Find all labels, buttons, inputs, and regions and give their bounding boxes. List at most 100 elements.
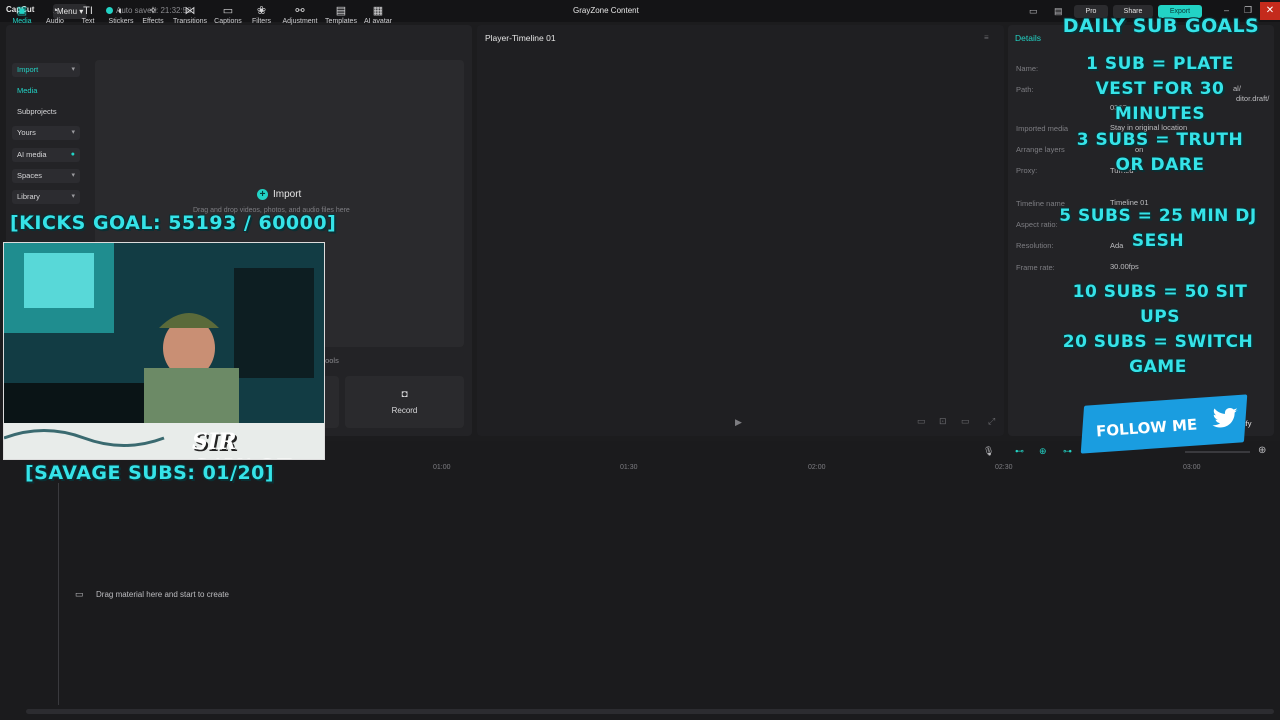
- tool-media[interactable]: ▣ Media: [10, 4, 34, 25]
- film-icon: ▭: [75, 589, 84, 599]
- tool-adjustment[interactable]: ⚯ Adjustment: [280, 4, 320, 25]
- sidebar-item-label: Subprojects: [17, 107, 57, 116]
- fullscreen-icon[interactable]: ⤢: [988, 416, 995, 427]
- zoom-slider[interactable]: [1185, 451, 1250, 453]
- tool-text[interactable]: TI Text: [78, 4, 98, 25]
- tool-audio[interactable]: ◔ Audio: [44, 4, 66, 25]
- tool-label: Filters: [251, 18, 272, 25]
- effects-icon: ✧: [148, 5, 158, 17]
- sidebar-item-spaces[interactable]: Spaces ▾: [12, 169, 80, 183]
- import-button[interactable]: + Import: [257, 189, 301, 200]
- sidebar-item-label: Yours: [17, 128, 36, 137]
- zoom-fit-icon[interactable]: ⊡: [939, 416, 947, 427]
- transitions-icon: ⋈: [184, 5, 196, 17]
- preview-quality-icon[interactable]: ▭: [961, 416, 970, 427]
- tool-filters[interactable]: ❀ Filters: [249, 4, 274, 25]
- chevron-down-icon: ▾: [71, 193, 75, 200]
- webcam-name: SIR SAVAGE: [192, 429, 291, 459]
- sidebar-item-label: Import: [17, 65, 39, 74]
- details-label: Arrange layers: [1016, 145, 1065, 154]
- record-label: Record: [391, 406, 418, 415]
- sidebar-item-library[interactable]: Library ▾: [12, 190, 80, 204]
- webcam-image: [4, 243, 324, 459]
- ruler-tick: 01:30: [620, 464, 638, 471]
- details-label: Name:: [1016, 64, 1039, 73]
- sidebar-item-media[interactable]: Media: [12, 84, 80, 98]
- sidebar-item-ai-media[interactable]: AI media ●: [12, 148, 80, 162]
- details-label: Proxy:: [1016, 166, 1038, 175]
- details-label: Resolution:: [1016, 241, 1054, 250]
- tool-label: Audio: [46, 18, 64, 25]
- tool-label: Adjustment: [282, 18, 318, 25]
- tool-stickers[interactable]: ◐ Stickers: [106, 4, 136, 25]
- ratio-icon[interactable]: ▭: [917, 416, 926, 427]
- player-title: Player-Timeline 01: [485, 33, 556, 43]
- sidebar-item-import[interactable]: Import ▾: [12, 63, 80, 77]
- ruler-tick: 02:00: [808, 464, 826, 471]
- sidebar-item-label: AI media: [17, 150, 47, 159]
- timeline-track[interactable]: [58, 483, 1280, 705]
- timeline-drag-hint: Drag material here and start to create: [96, 590, 229, 599]
- media-icon: ▣: [16, 5, 28, 17]
- import-label: Import: [273, 189, 302, 200]
- sidebar-item-yours[interactable]: Yours ▾: [12, 126, 80, 140]
- zoom-in-icon[interactable]: ⊕: [1258, 445, 1266, 456]
- timeline-scrollbar[interactable]: [26, 709, 1274, 714]
- goal-item: 1 SUB = PLATE VEST FOR 30 MINUTES: [1086, 54, 1234, 124]
- record-button[interactable]: ◘ Record: [345, 376, 464, 428]
- player-panel: [477, 25, 1004, 436]
- sidebar-item-label: Media: [17, 86, 38, 95]
- ruler-tick: 01:00: [433, 464, 451, 471]
- tool-label: Effects: [142, 18, 164, 25]
- menu-icon[interactable]: ≡: [984, 33, 989, 42]
- filters-icon: ❀: [256, 5, 267, 17]
- goal-item: 3 SUBS = TRUTH OR DARE: [1076, 130, 1244, 175]
- sticker-icon: ◐: [117, 5, 125, 17]
- tools-label: tools: [323, 356, 339, 365]
- layout-icon[interactable]: ▭: [1029, 6, 1038, 17]
- text-icon: TI: [83, 5, 93, 17]
- avatar-icon: ▦: [372, 5, 384, 17]
- tool-label: AI avatar: [363, 18, 392, 25]
- details-label: Frame rate:: [1016, 263, 1055, 272]
- tool-label: Templates: [325, 18, 357, 25]
- tool-transitions[interactable]: ⋈ Transitions: [172, 4, 208, 25]
- goal-item: 10 SUBS = 50 SIT UPS: [1072, 282, 1248, 327]
- link-icon[interactable]: ⊷: [1015, 446, 1024, 457]
- track-divider: [58, 483, 59, 705]
- chevron-down-icon: ▾: [71, 172, 75, 179]
- audio-icon: ◔: [51, 5, 59, 17]
- sidebar-item-subprojects[interactable]: Subprojects: [12, 105, 80, 119]
- magnet-icon[interactable]: ⊕: [1039, 446, 1047, 457]
- daily-goals-title: DAILY SUB GOALS: [1062, 15, 1260, 37]
- chevron-down-icon: ▾: [71, 66, 75, 73]
- ruler-tick: 02:30: [995, 464, 1013, 471]
- captions-icon: ▭: [222, 5, 234, 17]
- details-label: Path:: [1016, 85, 1034, 94]
- microphone-icon[interactable]: 🎙︎: [983, 446, 994, 457]
- tool-label: Transitions: [173, 18, 207, 25]
- tool-label: Text: [81, 18, 95, 25]
- tool-label: Stickers: [108, 18, 134, 25]
- tool-label: Captions: [214, 18, 242, 25]
- details-title: Details: [1015, 33, 1041, 43]
- tool-templates[interactable]: ▤ Templates: [323, 4, 359, 25]
- ruler-tick: 03:00: [1183, 464, 1201, 471]
- goal-item: 5 SUBS = 25 MIN DJ SESH: [1059, 206, 1257, 251]
- split-icon[interactable]: ⊶: [1063, 446, 1072, 457]
- tool-captions[interactable]: ▭ Captions: [212, 4, 244, 25]
- project-title: GrayZone Content: [573, 6, 639, 15]
- details-label: Aspect ratio:: [1016, 220, 1058, 229]
- record-icon: ◘: [401, 389, 408, 400]
- toggle-icon: ●: [70, 151, 75, 158]
- sidebar-item-label: Spaces: [17, 171, 43, 180]
- plus-icon: +: [257, 189, 268, 200]
- tool-ai-avatar[interactable]: ▦ AI avatar: [362, 4, 394, 25]
- tool-label: Media: [12, 18, 32, 25]
- details-value: 30.00fps: [1110, 262, 1139, 271]
- sidebar-item-label: Library: [17, 192, 40, 201]
- close-icon[interactable]: ✕: [1260, 2, 1280, 20]
- tool-effects[interactable]: ✧ Effects: [140, 4, 166, 25]
- play-icon[interactable]: ▶: [735, 417, 742, 428]
- kicks-goal-counter: [KICKS GOAL: 55193 / 60000]: [10, 212, 337, 234]
